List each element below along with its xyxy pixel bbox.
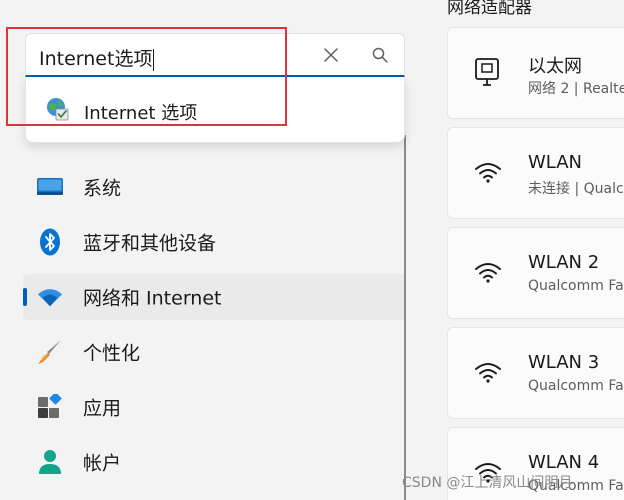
brush-icon <box>37 339 63 365</box>
adapter-card-wlan-2[interactable]: WLAN 2 Qualcomm Fa <box>447 227 624 319</box>
nav-item-personalization[interactable]: 个性化 <box>23 329 405 375</box>
nav-label: 个性化 <box>83 342 141 365</box>
person-icon <box>37 449 63 475</box>
nav-label: 应用 <box>83 397 122 420</box>
search-input-value: Internet选项 <box>39 48 153 70</box>
wifi-icon <box>37 284 63 310</box>
adapter-detail: 未连接 | Qualcomm <box>528 181 624 197</box>
nav-item-accounts[interactable]: 帐户 <box>23 439 405 485</box>
settings-window: 系统 蓝牙和其他设备 网络和 Internet 个性化 应用 帐户 Intern… <box>0 0 624 500</box>
suggestion-label: Internet 选项 <box>84 103 198 124</box>
bluetooth-icon <box>37 228 63 256</box>
adapter-name: 以太网 <box>528 56 582 77</box>
close-icon <box>324 48 338 62</box>
internet-options-icon <box>46 97 70 121</box>
search-icon <box>372 47 388 63</box>
nav-scrollbar[interactable] <box>404 135 406 500</box>
wifi-icon <box>472 356 504 388</box>
wifi-icon <box>472 256 504 288</box>
clear-search-button[interactable] <box>318 42 344 68</box>
suggestion-internet-options[interactable]: Internet 选项 <box>32 87 398 131</box>
nav-label: 网络和 Internet <box>83 287 222 310</box>
adapter-card-ethernet[interactable]: 以太网 网络 2 | Realtek <box>447 27 624 119</box>
search-input[interactable]: Internet选项 <box>39 44 155 71</box>
selection-indicator <box>23 288 27 306</box>
adapter-name: WLAN 4 <box>528 452 600 473</box>
adapter-detail: 网络 2 | Realtek <box>528 81 624 97</box>
adapter-card-wlan[interactable]: WLAN 未连接 | Qualcomm <box>447 127 624 219</box>
adapter-name: WLAN 3 <box>528 352 600 373</box>
nav-item-network-internet[interactable]: 网络和 Internet <box>23 274 405 320</box>
text-caret <box>153 48 155 71</box>
adapter-name: WLAN 2 <box>528 252 600 273</box>
ethernet-icon <box>472 56 504 88</box>
adapter-card-wlan-3[interactable]: WLAN 3 Qualcomm Fa <box>447 327 624 419</box>
wifi-icon <box>472 156 504 188</box>
display-icon <box>37 174 63 200</box>
settings-search-box[interactable]: Internet选项 <box>25 33 405 77</box>
adapter-detail: Qualcomm Fa <box>528 278 624 294</box>
nav-item-system[interactable]: 系统 <box>23 164 405 210</box>
nav-item-apps[interactable]: 应用 <box>23 384 405 430</box>
nav-item-bluetooth[interactable]: 蓝牙和其他设备 <box>23 219 405 265</box>
search-suggestions-popup: Internet 选项 <box>25 77 405 143</box>
search-button[interactable] <box>367 42 393 68</box>
nav-label: 帐户 <box>83 452 122 475</box>
nav-label: 蓝牙和其他设备 <box>83 232 217 255</box>
adapter-name: WLAN <box>528 152 583 173</box>
watermark-text: CSDN @江上清风山间明月 <box>402 475 573 491</box>
apps-icon <box>37 394 63 420</box>
network-adapters-heading: 网络适配器 <box>447 0 532 18</box>
nav-label: 系统 <box>83 177 122 200</box>
adapter-detail: Qualcomm Fa <box>528 378 624 394</box>
